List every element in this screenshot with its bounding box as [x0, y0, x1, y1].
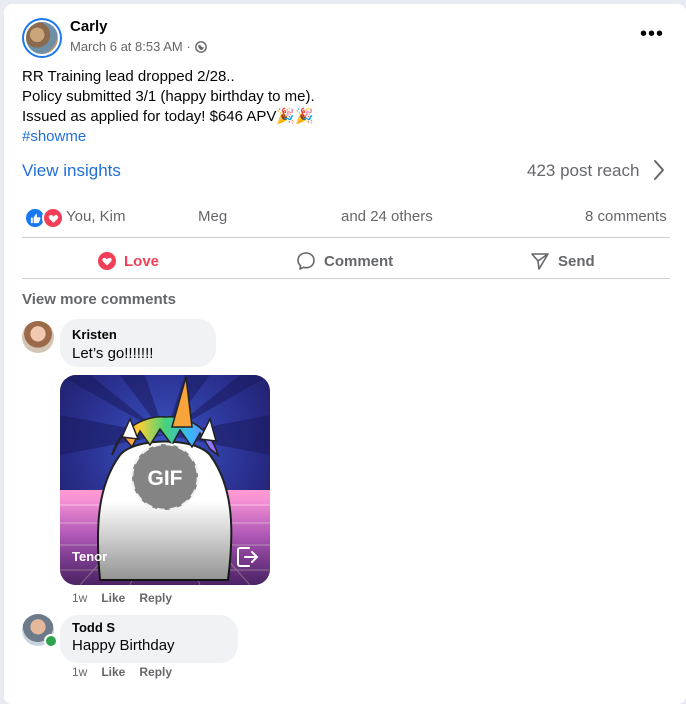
post-meta: March 6 at 8:53 AM · — [70, 39, 207, 54]
love-button[interactable]: Love — [98, 244, 159, 278]
comment-reply-button[interactable]: Reply — [139, 591, 172, 605]
post-body: RR Training lead dropped 2/28.. Policy s… — [22, 67, 315, 147]
comment-time[interactable]: 1w — [72, 665, 87, 679]
post-line-3: Issued as applied for today! $646 APV🎉🎉 — [22, 107, 315, 127]
commenter-name[interactable]: Kristen — [72, 327, 117, 342]
divider — [22, 278, 670, 279]
more-options-button[interactable]: ••• — [638, 23, 666, 45]
reactors-others[interactable]: and 24 others — [341, 208, 433, 225]
post-card: Carly March 6 at 8:53 AM · ••• RR Traini… — [4, 4, 686, 704]
reactor-name[interactable]: Meg — [198, 208, 227, 225]
open-external-icon[interactable] — [234, 544, 260, 575]
view-more-comments-link[interactable]: View more comments — [22, 291, 176, 308]
comments-count[interactable]: 8 comments — [585, 208, 667, 225]
online-status-indicator — [44, 634, 58, 648]
chevron-right-icon[interactable] — [652, 158, 666, 187]
post-timestamp[interactable]: March 6 at 8:53 AM · — [70, 39, 191, 54]
post-line-3-text: Issued as applied for today! $646 APV — [22, 108, 277, 125]
reactors-names[interactable]: You, Kim — [66, 208, 125, 225]
party-emoji: 🎉🎉 — [276, 108, 314, 125]
commenter-avatar[interactable] — [22, 321, 54, 353]
author-photo — [24, 20, 60, 56]
author-name[interactable]: Carly — [70, 18, 108, 35]
gif-badge: GIF — [148, 467, 183, 490]
love-reaction-icon — [42, 207, 64, 229]
view-insights-link[interactable]: View insights — [22, 161, 121, 181]
post-line-1: RR Training lead dropped 2/28.. — [22, 68, 235, 85]
send-label: Send — [558, 252, 595, 270]
comment-label: Comment — [324, 252, 394, 270]
comment-meta: 1w Like Reply — [72, 591, 172, 605]
commenter-name[interactable]: Todd S — [72, 620, 115, 635]
comment-reply-button[interactable]: Reply — [139, 665, 172, 679]
comment-like-button[interactable]: Like — [101, 591, 125, 605]
comment-button[interactable]: Comment — [296, 244, 393, 278]
heart-icon — [98, 252, 116, 270]
comment-time[interactable]: 1w — [72, 591, 87, 605]
comment-like-button[interactable]: Like — [101, 665, 125, 679]
love-label: Love — [124, 252, 160, 270]
globe-icon — [194, 40, 207, 53]
comment-icon — [297, 252, 315, 270]
post-line-2: Policy submitted 3/1 (happy birthday to … — [22, 88, 315, 105]
post-reach[interactable]: 423 post reach — [527, 161, 639, 181]
comment-text: Let’s go!!!!!!! — [72, 345, 154, 362]
divider — [22, 237, 670, 238]
comment-meta: 1w Like Reply — [72, 665, 172, 679]
reaction-icons[interactable] — [24, 207, 64, 229]
send-icon — [531, 253, 549, 270]
tenor-label: Tenor — [72, 549, 108, 564]
comment-text: Happy Birthday — [72, 637, 175, 654]
send-button[interactable]: Send — [530, 244, 595, 278]
author-avatar[interactable] — [22, 18, 62, 58]
hashtag-link[interactable]: #showme — [22, 127, 315, 147]
